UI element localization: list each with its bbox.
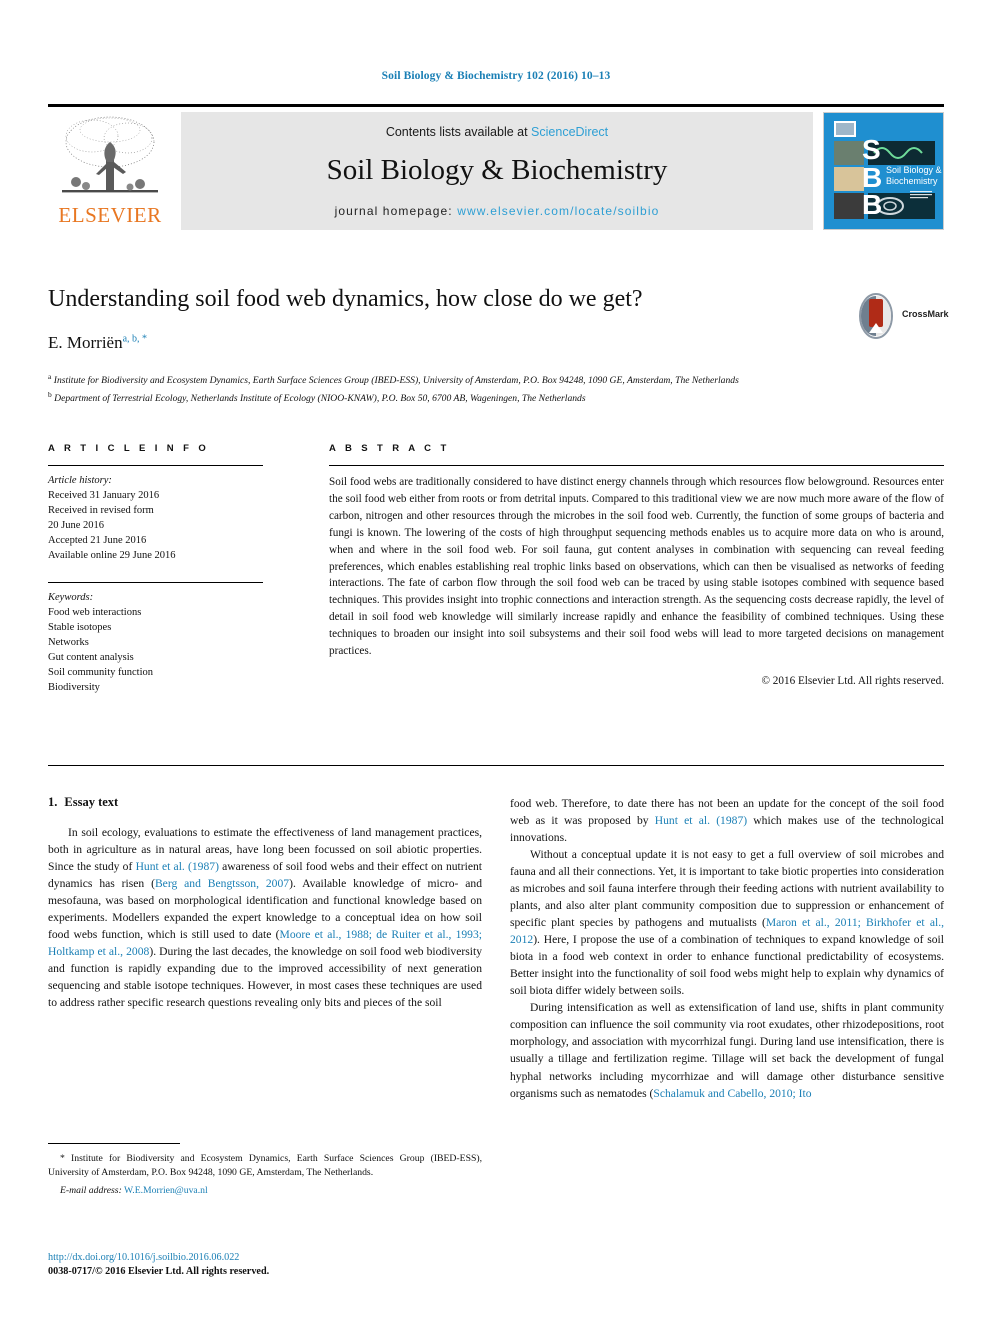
abstract-column: A B S T R A C T Soil food webs are tradi… [329, 443, 944, 687]
abstract-text: Soil food webs are traditionally conside… [329, 476, 944, 658]
keyword-item: Biodiversity [48, 681, 100, 693]
footnote-text: * Institute for Biodiversity and Ecosyst… [48, 1152, 482, 1180]
sciencedirect-link[interactable]: ScienceDirect [531, 125, 608, 139]
article-info-column: A R T I C L E I N F O Article history: R… [48, 443, 263, 696]
abstract-rule [329, 465, 944, 466]
abstract-bottom-rule [48, 765, 944, 766]
keyword-item: Stable isotopes [48, 622, 112, 634]
author-affiliation-marks: a, b, * [122, 332, 148, 344]
history-line: Received 31 January 2016 [48, 489, 160, 501]
issn-copyright-line: 0038-0717/© 2016 Elsevier Ltd. All right… [48, 1266, 270, 1278]
section-title-text: Essay text [64, 795, 119, 809]
body-paragraph: In soil ecology, evaluations to estimate… [48, 826, 483, 1010]
affiliation-b-text: Department of Terrestrial Ecology, Nethe… [54, 392, 586, 404]
keyword-item: Networks [48, 637, 89, 649]
journal-cover-thumbnail: S B B Soil Biology & Biochemistry [823, 112, 944, 230]
citation-link[interactable]: Hunt et al. (1987) [136, 860, 219, 873]
keyword-item: Gut content analysis [48, 652, 134, 664]
journal-masthead: ELSEVIER Contents lists available at Sci… [48, 104, 944, 234]
elsevier-logo: ELSEVIER [48, 112, 172, 230]
citation-link[interactable]: Hunt et al. (1987) [655, 814, 747, 827]
affiliation-b-mark: b [48, 389, 52, 399]
section-number: 1. [48, 795, 58, 809]
email-label: E-mail address: [60, 1184, 122, 1196]
crossmark-label: CrossMark [902, 309, 949, 319]
journal-article-page: Soil Biology & Biochemistry 102 (2016) 1… [0, 0, 992, 1323]
body-paragraph: Without a conceptual update it is not ea… [510, 848, 944, 998]
abstract-copyright: © 2016 Elsevier Ltd. All rights reserved… [761, 674, 945, 687]
body-paragraph: During intensification as well as extens… [510, 1001, 944, 1100]
svg-text:Biochemistry: Biochemistry [886, 176, 938, 186]
running-head: Soil Biology & Biochemistry 102 (2016) 1… [381, 70, 611, 82]
history-line: Accepted 21 June 2016 [48, 534, 147, 546]
journal-homepage-link[interactable]: www.elsevier.com/locate/soilbio [457, 204, 659, 218]
author-name: E. Morriën [48, 332, 123, 352]
citation-link[interactable]: Maron et al., 2011; Birkhofer et al., 20… [510, 916, 944, 946]
article-history: Article history: Received 31 January 201… [48, 474, 263, 563]
article-info-rule [48, 465, 263, 466]
affiliations: a Institute for Biodiversity and Ecosyst… [48, 371, 838, 407]
citation-link[interactable]: Schalamuk and Cabello, 2010; Ito [653, 1087, 811, 1100]
email-link[interactable]: W.E.Morrien@uva.nl [124, 1185, 208, 1196]
abstract-heading: A B S T R A C T [329, 443, 450, 454]
author-line: E. Morriëna, b, * [48, 333, 944, 353]
keyword-item: Soil community function [48, 666, 153, 678]
keywords-rule [48, 582, 263, 584]
keywords-label: Keywords: [48, 592, 94, 604]
corresponding-author-footnote: * Institute for Biodiversity and Ecosyst… [48, 1143, 482, 1196]
journal-homepage-line: journal homepage: www.elsevier.com/locat… [181, 204, 813, 218]
doi-link[interactable]: http://dx.doi.org/10.1016/j.soilbio.2016… [48, 1251, 482, 1265]
body-column-right: food web. Therefore, to date there has n… [510, 795, 944, 1102]
crossmark-icon [854, 293, 898, 339]
affiliation-b: b Department of Terrestrial Ecology, Net… [48, 389, 838, 407]
svg-text:S: S [862, 134, 881, 165]
svg-text:Soil Biology &: Soil Biology & [886, 165, 942, 175]
homepage-prefix: journal homepage: [334, 204, 458, 218]
crossmark-badge[interactable]: CrossMark [854, 293, 949, 339]
footnote-body: Institute for Biodiversity and Ecosystem… [48, 1153, 482, 1178]
affiliation-a-text: Institute for Biodiversity and Ecosystem… [53, 374, 739, 386]
history-line: Received in revised form [48, 504, 154, 516]
page-title: Understanding soil food web dynamics, ho… [48, 286, 643, 312]
journal-band: Contents lists available at ScienceDirec… [181, 112, 813, 230]
footnote-email-line: E-mail address: W.E.Morrien@uva.nl [48, 1185, 482, 1196]
footnote-rule [48, 1143, 180, 1144]
citation-link[interactable]: Berg and Bengtsson, 2007 [155, 877, 289, 890]
elsevier-wordmark: ELSEVIER [58, 203, 162, 227]
section-heading: 1. Essay text [48, 795, 482, 810]
elsevier-tree-icon [52, 112, 168, 202]
contents-available-line: Contents lists available at ScienceDirec… [181, 125, 813, 139]
affiliation-a-mark: a [48, 371, 52, 381]
journal-title: Soil Biology & Biochemistry [326, 154, 668, 186]
article-title-block: Understanding soil food web dynamics, ho… [48, 286, 949, 407]
imprint-block: http://dx.doi.org/10.1016/j.soilbio.2016… [48, 1251, 482, 1280]
history-line: 20 June 2016 [48, 519, 104, 531]
masthead-top-rule [48, 104, 944, 107]
keyword-item: Food web interactions [48, 607, 142, 619]
article-history-label: Article history: [48, 475, 112, 486]
history-line: Available online 29 June 2016 [48, 549, 176, 561]
citation-link[interactable]: Moore et al., 1988; de Ruiter et al., 19… [48, 928, 482, 958]
contents-prefix: Contents lists available at [385, 125, 532, 139]
svg-text:B: B [862, 189, 882, 220]
body-column-left: 1. Essay text In soil ecology, evaluation… [48, 795, 482, 1011]
article-info-heading: A R T I C L E I N F O [48, 443, 210, 454]
footnote-marker: * [60, 1153, 65, 1164]
keywords-block: Keywords: Food web interactions Stable i… [48, 591, 263, 695]
body-paragraph: food web. Therefore, to date there has n… [510, 797, 944, 845]
affiliation-a: a Institute for Biodiversity and Ecosyst… [48, 371, 838, 389]
